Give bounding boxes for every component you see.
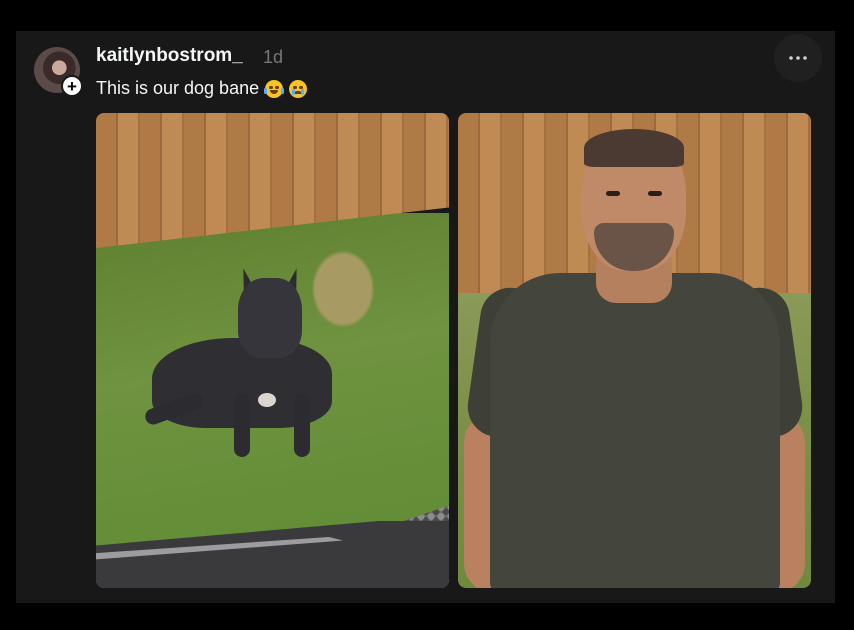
- laughing-emoji-icon: [264, 79, 285, 98]
- man-eye: [648, 191, 662, 196]
- man-photo[interactable]: [458, 113, 811, 588]
- more-options-icon: [789, 56, 807, 60]
- caption-text: This is our dog bane: [96, 78, 260, 98]
- more-options-button[interactable]: [774, 34, 822, 82]
- post-caption: This is our dog bane: [96, 78, 308, 99]
- crying-emoji-icon: [289, 79, 308, 98]
- man-eye: [606, 191, 620, 196]
- dog-photo[interactable]: [96, 113, 449, 588]
- username[interactable]: kaitlynbostrom_: [96, 45, 243, 67]
- dog-leg: [234, 393, 250, 457]
- dog-chest-patch: [258, 393, 276, 407]
- tshirt: [490, 273, 780, 588]
- dog-leg: [294, 393, 310, 457]
- dog-head: [238, 278, 302, 358]
- man-hair: [584, 129, 684, 167]
- timestamp: 1d: [263, 47, 284, 67]
- follow-plus-icon[interactable]: +: [61, 75, 83, 97]
